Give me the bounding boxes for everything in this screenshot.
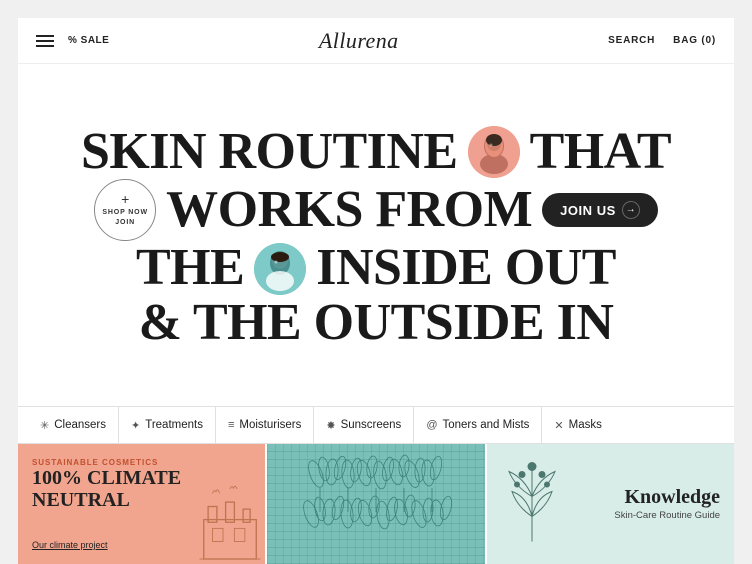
treatment-icon: ✦: [131, 419, 140, 432]
category-treatments[interactable]: ✦ Treatments: [119, 407, 216, 443]
mask-label: Masks: [569, 419, 602, 431]
join-us-label: JOIN US: [560, 204, 616, 217]
shop-now-plus-icon: +: [121, 192, 129, 206]
category-masks[interactable]: ✕ Masks: [542, 407, 613, 443]
factory-illustration: [195, 484, 265, 564]
hero-text-block: SKIN ROUTINE: [81, 115, 671, 356]
category-moisturisers[interactable]: ≡ Moisturisers: [216, 407, 314, 443]
cleanser-label: Cleansers: [54, 419, 106, 431]
hero-text-line4: & THE OUTSIDE IN: [139, 296, 614, 351]
hero-line-3: THE INSIDE: [81, 241, 671, 296]
avatar-person-2: [254, 243, 306, 295]
sunscreen-label: Sunscreens: [341, 419, 402, 431]
card-climate[interactable]: SUSTAINABLE COSMETICS 100% CLIMATE NEUTR…: [18, 444, 267, 564]
hero-text-line3b: INSIDE OUT: [316, 241, 616, 296]
category-sunscreens[interactable]: ✸ Sunscreens: [314, 407, 414, 443]
join-us-button[interactable]: JOIN US →: [542, 193, 658, 227]
card-knowledge-subtitle: Skin-Care Routine Guide: [614, 509, 720, 522]
botanical-icon: [497, 457, 567, 552]
site-header: % SALE Allurena SEARCH BAG (0): [18, 18, 734, 64]
cleanser-icon: ✳: [40, 419, 49, 432]
shop-now-button[interactable]: + SHOP NOWJOIN: [94, 179, 156, 241]
page-wrapper: % SALE Allurena SEARCH BAG (0) SKIN ROUT…: [18, 18, 734, 564]
hero-text-line1b: THAT: [530, 125, 671, 180]
card-climate-label: SUSTAINABLE COSMETICS: [32, 458, 251, 467]
card-pattern-bg: [267, 444, 486, 564]
header-right: SEARCH BAG (0): [608, 35, 716, 46]
shop-now-label: SHOP NOWJOIN: [102, 208, 147, 228]
hero-line-4: & THE OUTSIDE IN: [81, 296, 671, 351]
card-knowledge[interactable]: Knowledge Skin-Care Routine Guide: [487, 444, 734, 564]
bag-button[interactable]: BAG (0): [673, 35, 716, 46]
cards-row: SUSTAINABLE COSMETICS 100% CLIMATE NEUTR…: [18, 444, 734, 564]
category-cleansers[interactable]: ✳ Cleansers: [28, 407, 119, 443]
hero-avatar-2: [254, 243, 306, 295]
card-knowledge-content: Knowledge Skin-Care Routine Guide: [614, 486, 720, 522]
moisturiser-label: Moisturisers: [239, 419, 301, 431]
join-us-arrow-icon: →: [622, 201, 640, 219]
hamburger-menu[interactable]: [36, 35, 54, 47]
mask-icon: ✕: [554, 419, 563, 432]
card-knowledge-title: Knowledge: [614, 486, 720, 509]
browser-chrome: % SALE Allurena SEARCH BAG (0) SKIN ROUT…: [0, 0, 752, 564]
leaves-illustration: [296, 444, 456, 564]
category-toners[interactable]: @ Toners and Mists: [414, 407, 542, 443]
card-botanical-dark: [267, 444, 488, 564]
header-left: % SALE: [36, 35, 109, 47]
toner-label: Toners and Mists: [442, 419, 529, 431]
site-logo[interactable]: Allurena: [319, 28, 399, 54]
hero-line-2: + SHOP NOWJOIN WORKS FROM JOIN US →: [81, 179, 671, 241]
hero-text-line1a: SKIN ROUTINE: [81, 125, 458, 180]
hero-avatar-1: [468, 126, 520, 178]
search-button[interactable]: SEARCH: [608, 35, 655, 46]
moisturiser-icon: ≡: [228, 419, 234, 431]
toner-icon: @: [426, 419, 437, 431]
hero-text-line2: WORKS FROM: [166, 183, 532, 238]
hero-line-1: SKIN ROUTINE: [81, 125, 671, 180]
sunscreen-icon: ✸: [326, 419, 335, 432]
hero-section: SKIN ROUTINE: [18, 64, 734, 406]
avatar-person-1: [468, 126, 520, 178]
sale-label[interactable]: % SALE: [68, 35, 109, 46]
categories-nav: ✳ Cleansers ✦ Treatments ≡ Moisturisers …: [18, 406, 734, 444]
hero-text-line3a: THE: [136, 241, 244, 296]
treatment-label: Treatments: [145, 419, 203, 431]
